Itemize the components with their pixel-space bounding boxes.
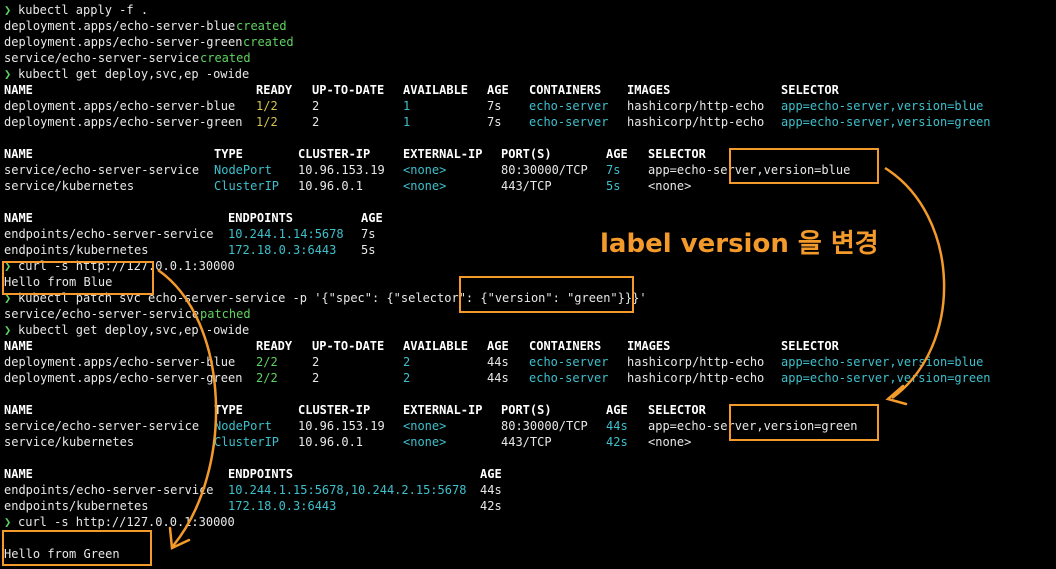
arrow-curl-curve bbox=[157, 268, 218, 547]
annotation-arrows bbox=[157, 166, 946, 550]
arrow-selector-curve bbox=[884, 166, 946, 400]
terminal-window[interactable]: ❯ kubectl apply -f . deployment.apps/echo-… bbox=[0, 0, 1056, 569]
